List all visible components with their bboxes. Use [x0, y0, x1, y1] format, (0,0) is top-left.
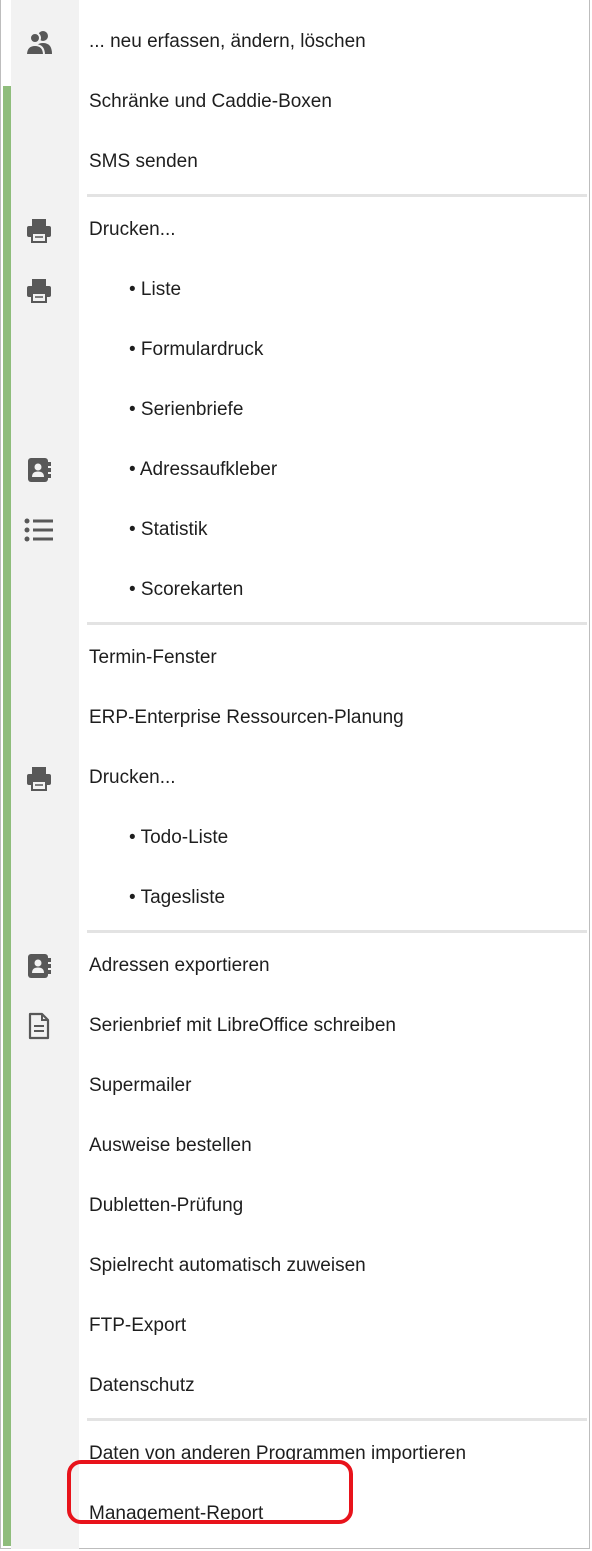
menu-item-label: • Todo-Liste — [129, 827, 229, 848]
menu-item-ftp-export[interactable]: FTP-Export — [11, 1296, 589, 1356]
menu-item-erp[interactable]: ERP-Enterprise Ressourcen-Planung — [11, 688, 589, 748]
menu-item-libreoffice-letter[interactable]: Serienbrief mit LibreOffice schreiben — [11, 996, 589, 1056]
menu-item-send-sms[interactable]: SMS senden — [11, 132, 589, 192]
menu-item-label: Spielrecht automatisch zuweisen — [89, 1255, 366, 1276]
menu-item-duplicate-check[interactable]: Dubletten-Prüfung — [11, 1176, 589, 1236]
printer-icon — [23, 214, 55, 246]
menu-item-statistics[interactable]: • Statistik — [11, 500, 589, 560]
menu-item-print-erp[interactable]: Drucken... — [11, 748, 589, 808]
menu-item-label: • Statistik — [129, 519, 208, 540]
accent-bar — [3, 86, 11, 1546]
menu-item-address-labels[interactable]: • Adressaufkleber — [11, 440, 589, 500]
menu-item-label: Drucken... — [89, 767, 176, 788]
menu-item-label: • Scorekarten — [129, 579, 244, 600]
context-menu: ... neu erfassen, ändern, löschen Schrän… — [0, 0, 590, 1549]
menu-item-label: Dubletten-Prüfung — [89, 1195, 244, 1216]
menu-item-print[interactable]: Drucken... — [11, 200, 589, 260]
document-icon — [23, 1010, 55, 1042]
menu-item-label: • Liste — [129, 279, 182, 300]
address-book-icon — [23, 950, 55, 982]
menu-item-label: Termin-Fenster — [89, 647, 217, 668]
menu-item-label: Drucken... — [89, 219, 176, 240]
menu-item-daily-list[interactable]: • Tagesliste — [11, 868, 589, 928]
menu-item-label: • Adressaufkleber — [129, 459, 278, 480]
highlight-annotation — [67, 1460, 353, 1524]
menu-item-label: • Serienbriefe — [129, 399, 244, 420]
menu-item-appointment-window[interactable]: Termin-Fenster — [11, 628, 589, 688]
menu-separator — [87, 622, 587, 625]
menu-item-export-addresses[interactable]: Adressen exportieren — [11, 936, 589, 996]
menu-item-serial-letters[interactable]: • Serienbriefe — [11, 380, 589, 440]
menu-item-data-privacy[interactable]: Datenschutz — [11, 1356, 589, 1416]
address-book-icon — [23, 454, 55, 486]
menu-item-form-print[interactable]: • Formulardruck — [11, 320, 589, 380]
printer-icon — [23, 274, 55, 306]
menu-separator — [87, 194, 587, 197]
list-icon — [23, 514, 55, 546]
menu-item-label: ... neu erfassen, ändern, löschen — [89, 31, 366, 52]
menu-item-label: Supermailer — [89, 1075, 192, 1096]
menu-item-label: Ausweise bestellen — [89, 1135, 252, 1156]
printer-icon — [23, 762, 55, 794]
menu-item-order-ids[interactable]: Ausweise bestellen — [11, 1116, 589, 1176]
menu-item-scorecards[interactable]: • Scorekarten — [11, 560, 589, 620]
menu-separator — [87, 930, 587, 933]
menu-separator — [87, 1418, 587, 1421]
menu-item-assign-play-rights[interactable]: Spielrecht automatisch zuweisen — [11, 1236, 589, 1296]
menu-item-label: Serienbrief mit LibreOffice schreiben — [89, 1015, 396, 1036]
menu-item-label: Schränke und Caddie-Boxen — [89, 91, 332, 112]
menu-item-label: ERP-Enterprise Ressourcen-Planung — [89, 707, 404, 728]
menu-item-edit-members[interactable]: ... neu erfassen, ändern, löschen — [11, 12, 589, 72]
menu-item-lockers[interactable]: Schränke und Caddie-Boxen — [11, 72, 589, 132]
menu-item-label: SMS senden — [89, 151, 198, 172]
menu-item-supermailer[interactable]: Supermailer — [11, 1056, 589, 1116]
menu-item-todo-list[interactable]: • Todo-Liste — [11, 808, 589, 868]
menu-item-label: • Tagesliste — [129, 887, 226, 908]
menu-item-print-list[interactable]: • Liste — [11, 260, 589, 320]
menu-item-label: • Formulardruck — [129, 339, 264, 360]
menu-item-label: FTP-Export — [89, 1315, 187, 1336]
user-group-icon — [23, 26, 55, 58]
menu-item-label: Adressen exportieren — [89, 955, 270, 976]
menu-item-label: Datenschutz — [89, 1375, 195, 1396]
